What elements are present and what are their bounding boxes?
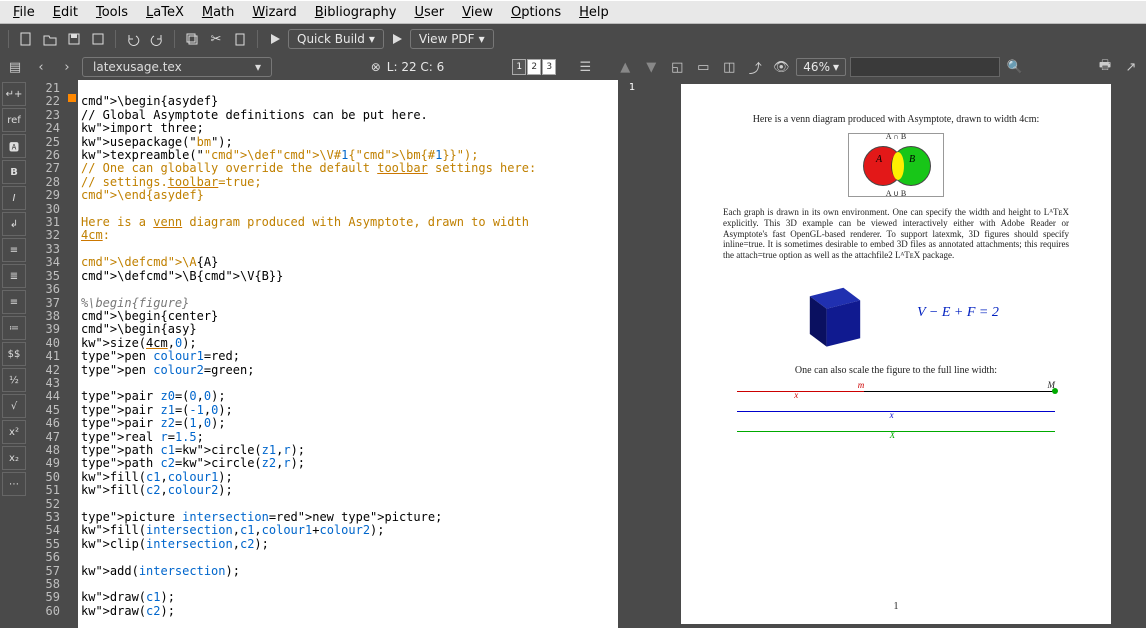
page-3-button[interactable]: 3 <box>542 59 556 75</box>
cut-button[interactable]: ✂ <box>205 28 227 50</box>
up-arrow-icon[interactable]: ▲ <box>614 56 636 78</box>
tab-bar: ▤ ‹ › latexusage.tex▾ ⊗ L: 22 C: 6 1 2 3… <box>0 54 1146 80</box>
page-2-button[interactable]: 2 <box>527 59 541 75</box>
main-toolbar: ✂ Quick Build▾ View PDF▾ <box>0 24 1146 54</box>
frac-button[interactable]: ½ <box>2 368 26 392</box>
open-file-button[interactable] <box>39 28 61 50</box>
external-view-icon[interactable]: ↗ <box>1120 56 1142 78</box>
menu-options[interactable]: Options <box>502 2 570 23</box>
misc-button[interactable]: ⋯ <box>2 472 26 496</box>
run-viewer-button[interactable] <box>386 28 408 50</box>
menu-edit[interactable]: Edit <box>44 2 87 23</box>
menu-file[interactable]: FFileile <box>4 2 44 23</box>
page-1-button[interactable]: 1 <box>512 59 526 75</box>
bold-button[interactable]: B <box>2 160 26 184</box>
code-editor[interactable]: cmd">\begin{asydef} // Global Asymptote … <box>78 80 618 628</box>
venn-union-label: A ∪ B <box>849 189 943 198</box>
item-center-button[interactable]: ≣ <box>2 264 26 288</box>
menu-help[interactable]: Help <box>570 2 618 23</box>
close-indicator[interactable]: ⊗ <box>371 60 381 74</box>
venn-label-a: A <box>876 154 882 165</box>
page-number: 1 <box>681 601 1111 612</box>
fit-width-icon[interactable]: ▭ <box>692 56 714 78</box>
math-button[interactable]: $$ <box>2 342 26 366</box>
cursor-position: L: 22 C: 6 <box>387 60 445 74</box>
paste-button[interactable] <box>229 28 251 50</box>
venn-label-b: B <box>909 154 915 165</box>
search-input[interactable] <box>850 57 1000 77</box>
bookmark-icon[interactable] <box>68 94 76 102</box>
preview-page-marker: 1 <box>629 82 635 628</box>
item-left-button[interactable]: ≡ <box>2 238 26 262</box>
page-indicator: 1 2 3 <box>512 59 556 75</box>
newline-button[interactable]: ↲ <box>2 212 26 236</box>
menu-latex[interactable]: LaTeX <box>137 2 193 23</box>
next-doc-button[interactable]: › <box>56 56 78 78</box>
quick-build-dropdown[interactable]: Quick Build▾ <box>288 29 384 49</box>
structure-panel-toggle[interactable]: ▤ <box>4 56 26 78</box>
print-icon[interactable]: 🖶 <box>1094 56 1116 78</box>
preview-header-text: Here is a venn diagram produced with Asy… <box>723 114 1069 125</box>
label-button[interactable]: 🅰 <box>2 134 26 158</box>
venn-diagram: A ∩ B A B A ∪ B <box>848 133 944 197</box>
undo-button[interactable] <box>122 28 144 50</box>
scale-line-3: X <box>737 424 1055 438</box>
pdf-preview[interactable]: Here is a venn diagram produced with Asy… <box>646 80 1146 628</box>
menu-wizard[interactable]: Wizard <box>243 2 305 23</box>
list-view-icon[interactable]: ☰ <box>574 56 596 78</box>
menubar: FFileile Edit Tools LaTeX Math Wizard Bi… <box>0 0 1146 24</box>
sqrt-button[interactable]: √ <box>2 394 26 418</box>
splitter[interactable]: 1 <box>618 80 646 628</box>
view-pdf-dropdown[interactable]: View PDF▾ <box>410 29 494 49</box>
new-file-button[interactable] <box>15 28 37 50</box>
cube-3d <box>793 271 877 355</box>
redo-button[interactable] <box>146 28 168 50</box>
venn-overlap <box>892 152 904 180</box>
item-right-button[interactable]: ≡ <box>2 290 26 314</box>
euler-formula: V − E + F = 2 <box>917 305 999 321</box>
emph-button[interactable]: I <box>2 186 26 210</box>
file-tab[interactable]: latexusage.tex▾ <box>82 57 272 77</box>
menu-tools[interactable]: Tools <box>87 2 137 23</box>
save-button[interactable] <box>63 28 85 50</box>
enum-button[interactable]: ≔ <box>2 316 26 340</box>
menu-view[interactable]: View <box>453 2 502 23</box>
pdf-page: Here is a venn diagram produced with Asy… <box>681 84 1111 624</box>
zoom-dropdown[interactable]: 46%▾ <box>796 58 846 76</box>
close-button[interactable] <box>87 28 109 50</box>
scale-caption: One can also scale the figure to the ful… <box>723 365 1069 376</box>
eye-icon[interactable]: 👁 <box>770 56 792 78</box>
part-button[interactable]: ↵+ <box>2 82 26 106</box>
down-arrow-icon[interactable]: ▼ <box>640 56 662 78</box>
sup-button[interactable]: x² <box>2 420 26 444</box>
menu-user[interactable]: User <box>405 2 453 23</box>
venn-intersection-label: A ∩ B <box>849 132 943 141</box>
copy-button[interactable] <box>181 28 203 50</box>
preview-paragraph: Each graph is drawn in its own environme… <box>723 207 1069 261</box>
menu-bibliography[interactable]: Bibliography <box>306 2 406 23</box>
crop-icon[interactable]: ◫ <box>718 56 740 78</box>
export-icon[interactable]: ⤴ <box>744 56 766 78</box>
fit-page-icon[interactable]: ◱ <box>666 56 688 78</box>
scale-line-2: x <box>737 404 1055 418</box>
sub-button[interactable]: x₂ <box>2 446 26 470</box>
line-number-gutter: 21 22 23 24 25 26 27 28 29 30 31 32 33 3… <box>28 80 66 628</box>
prev-doc-button[interactable]: ‹ <box>30 56 52 78</box>
menu-math[interactable]: Math <box>193 2 244 23</box>
ref-button[interactable]: ref <box>2 108 26 132</box>
main-area: ↵+ ref 🅰 B I ↲ ≡ ≣ ≡ ≔ $$ ½ √ x² x₂ ⋯ 21… <box>0 80 1146 628</box>
scale-line-1: m M x <box>737 384 1055 398</box>
bookmark-gutter <box>66 80 78 628</box>
search-button[interactable]: 🔍 <box>1004 56 1026 78</box>
run-button[interactable] <box>264 28 286 50</box>
left-toolbar: ↵+ ref 🅰 B I ↲ ≡ ≣ ≡ ≔ $$ ½ √ x² x₂ ⋯ <box>0 80 28 628</box>
